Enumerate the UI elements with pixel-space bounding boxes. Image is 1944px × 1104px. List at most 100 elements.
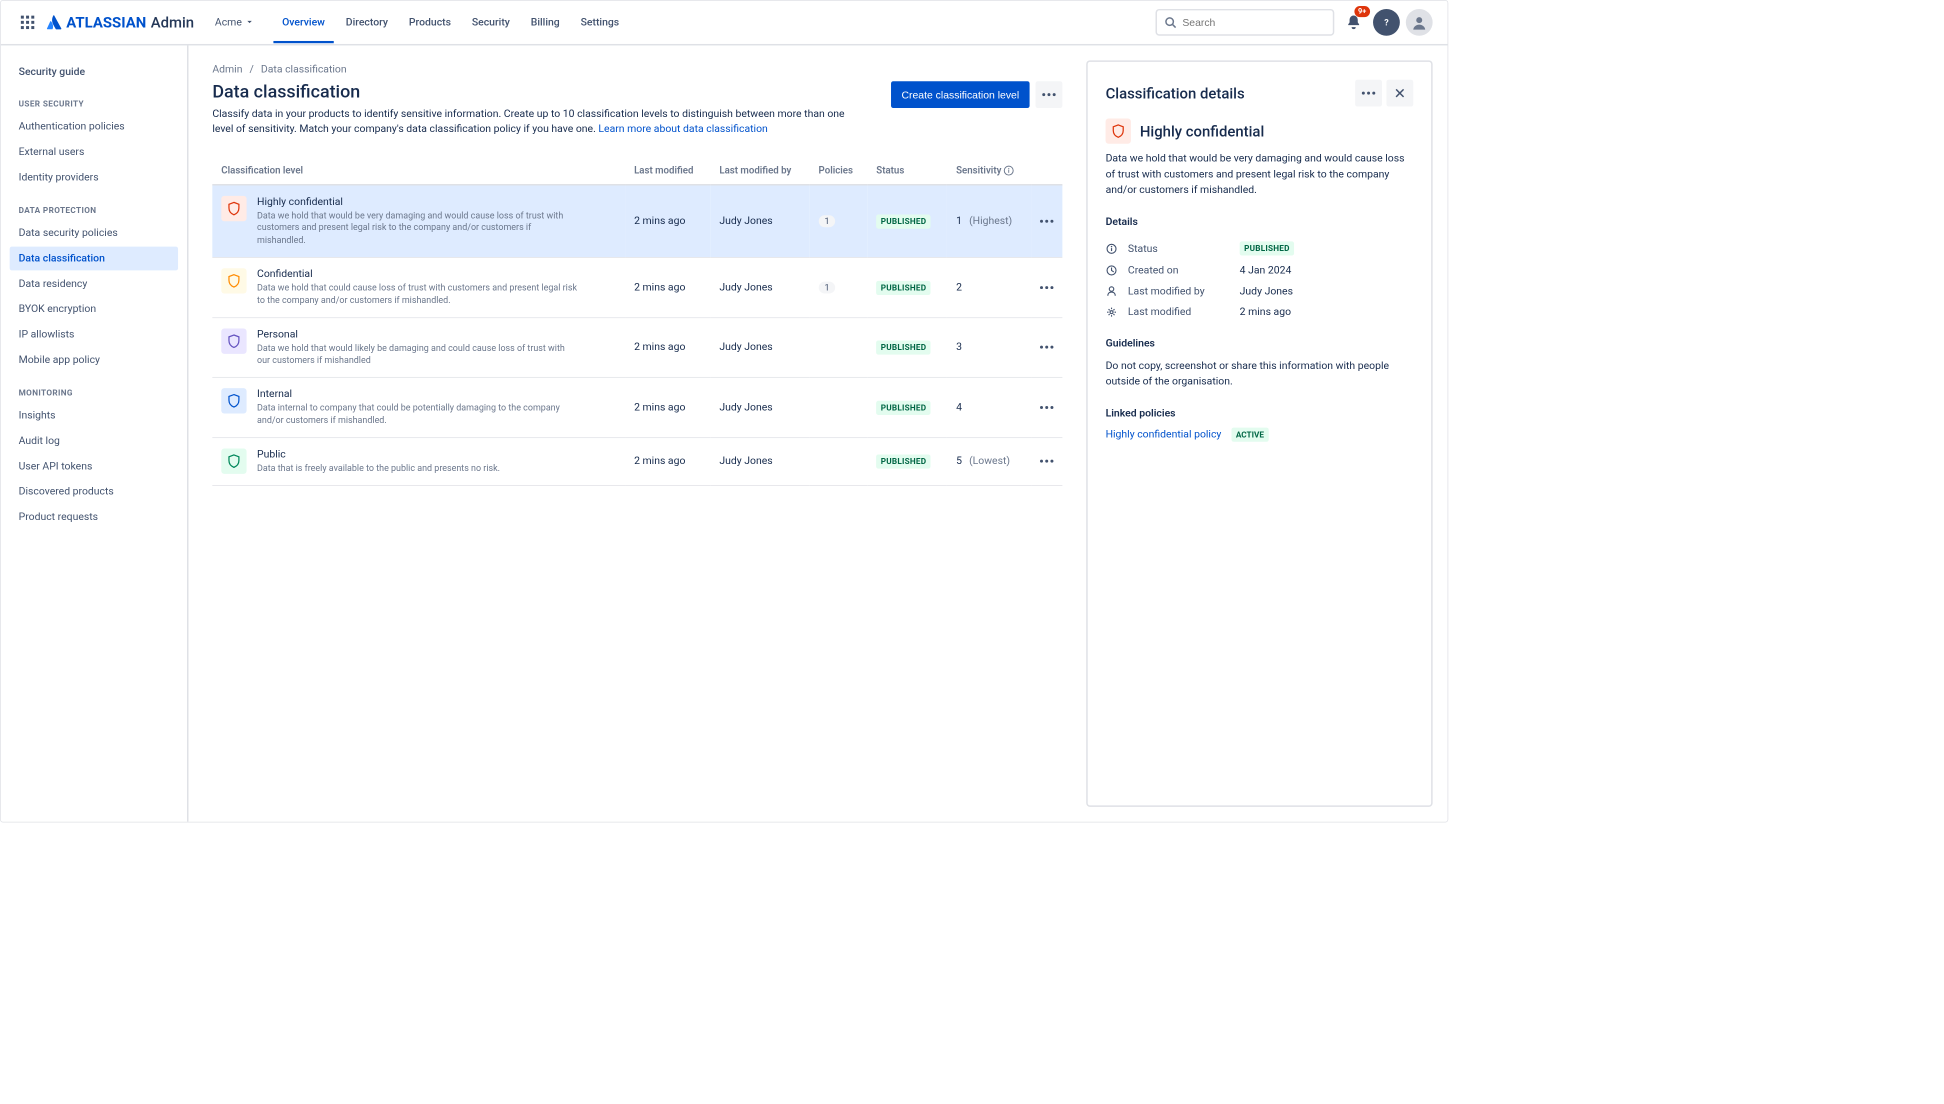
search-input[interactable]	[1182, 16, 1325, 28]
sidebar-item-audit-log[interactable]: Audit log	[10, 429, 178, 453]
row-actions-button[interactable]	[1031, 257, 1062, 317]
details-panel-title: Classification details	[1106, 84, 1245, 102]
breadcrumb-root[interactable]: Admin	[212, 63, 242, 75]
sidebar-item-authentication-policies[interactable]: Authentication policies	[10, 115, 178, 139]
notification-badge: 9+	[1354, 6, 1370, 17]
gear-icon	[1106, 306, 1121, 318]
chevron-down-icon	[245, 18, 254, 27]
column-header: Classification level	[212, 158, 625, 185]
close-icon	[1395, 88, 1405, 98]
detail-row-modified: Last modified 2 mins ago	[1106, 302, 1414, 323]
notifications-icon[interactable]: 9+	[1340, 9, 1367, 36]
app-switcher-icon[interactable]	[16, 10, 40, 34]
cell-sensitivity: 4	[947, 377, 1031, 437]
avatar-icon[interactable]	[1406, 9, 1433, 36]
sidebar-item-ip-allowlists[interactable]: IP allowlists	[10, 323, 178, 347]
cell-policies	[810, 317, 868, 377]
column-header: Policies	[810, 158, 868, 185]
column-header: Last modified by	[710, 158, 809, 185]
details-shield-icon	[1106, 118, 1131, 143]
table-row[interactable]: Highly confidentialData we hold that wou…	[212, 184, 1062, 257]
cell-sensitivity: 1 (Highest)	[947, 184, 1031, 257]
help-icon[interactable]: ?	[1373, 9, 1400, 36]
sidebar-item-user-api-tokens[interactable]: User API tokens	[10, 454, 178, 478]
learn-more-link[interactable]: Learn more about data classification	[598, 123, 767, 135]
page-title: Data classification	[212, 81, 868, 102]
sidebar-item-identity-providers[interactable]: Identity providers	[10, 165, 178, 189]
row-actions-button[interactable]	[1031, 184, 1062, 257]
clock-icon	[1106, 264, 1121, 276]
atlassian-logo[interactable]: ATLASSIAN Admin	[45, 13, 194, 31]
details-description: Data we hold that would be very damaging…	[1106, 151, 1414, 198]
more-icon	[1042, 93, 1055, 96]
cell-modified-by: Judy Jones	[710, 438, 809, 486]
cell-modified: 2 mins ago	[625, 438, 710, 486]
more-icon	[1040, 406, 1053, 409]
nav-tab-security[interactable]: Security	[463, 3, 519, 42]
detail-row-created: Created on 4 Jan 2024	[1106, 260, 1414, 281]
sidebar-item-insights[interactable]: Insights	[10, 404, 178, 428]
details-more-button[interactable]	[1355, 80, 1382, 107]
nav-tab-settings[interactable]: Settings	[572, 3, 628, 42]
detail-row-modified-by: Last modified by Judy Jones	[1106, 281, 1414, 302]
nav-tab-overview[interactable]: Overview	[273, 3, 334, 42]
sidebar-group-title: MONITORING	[10, 373, 178, 402]
cell-sensitivity: 3	[947, 317, 1031, 377]
details-close-button[interactable]	[1386, 80, 1413, 107]
page-description: Classify data in your products to identi…	[212, 107, 868, 137]
more-icon	[1040, 220, 1053, 223]
details-panel: Classification details Highly confidenti…	[1086, 60, 1432, 806]
cell-status: PUBLISHED	[867, 317, 947, 377]
shield-icon	[221, 268, 246, 293]
row-actions-button[interactable]	[1031, 317, 1062, 377]
create-classification-button[interactable]: Create classification level	[891, 81, 1030, 108]
column-header: Status	[867, 158, 947, 185]
more-icon	[1040, 460, 1053, 463]
main-content: Admin / Data classification Data classif…	[188, 45, 1086, 821]
column-header: Last modified	[625, 158, 710, 185]
details-name: Highly confidential	[1140, 122, 1264, 140]
logo-suffix: Admin	[151, 13, 194, 31]
more-icon	[1040, 286, 1053, 289]
shield-icon	[221, 448, 246, 473]
cell-modified-by: Judy Jones	[710, 317, 809, 377]
sidebar-item-product-requests[interactable]: Product requests	[10, 505, 178, 529]
nav-tab-products[interactable]: Products	[400, 3, 460, 42]
cell-policies	[810, 438, 868, 486]
cell-sensitivity: 2	[947, 257, 1031, 317]
page-more-actions-button[interactable]	[1036, 81, 1063, 108]
level-description: Data that is freely available to the pub…	[257, 462, 500, 475]
level-description: Data we hold that could cause loss of tr…	[257, 282, 577, 307]
cell-modified: 2 mins ago	[625, 377, 710, 437]
table-row[interactable]: PersonalData we hold that would likely b…	[212, 317, 1062, 377]
more-icon	[1362, 92, 1375, 95]
sidebar-item-mobile-app-policy[interactable]: Mobile app policy	[10, 348, 178, 372]
level-name: Highly confidential	[257, 196, 577, 208]
top-navigation: ATLASSIAN Admin Acme OverviewDirectoryPr…	[1, 1, 1448, 46]
cell-modified: 2 mins ago	[625, 257, 710, 317]
sidebar-item-data-classification[interactable]: Data classification	[10, 247, 178, 271]
row-actions-button[interactable]	[1031, 377, 1062, 437]
sidebar-item-external-users[interactable]: External users	[10, 140, 178, 164]
org-switcher[interactable]: Acme	[207, 12, 261, 33]
search-box[interactable]	[1155, 9, 1334, 36]
sidebar-security-guide[interactable]: Security guide	[10, 60, 178, 84]
level-description: Data internal to company that could be p…	[257, 402, 577, 427]
sidebar-item-byok-encryption[interactable]: BYOK encryption	[10, 297, 178, 321]
row-actions-button[interactable]	[1031, 438, 1062, 486]
sidebar: Security guide USER SECURITYAuthenticati…	[1, 45, 189, 821]
sidebar-item-discovered-products[interactable]: Discovered products	[10, 480, 178, 504]
table-row[interactable]: ConfidentialData we hold that could caus…	[212, 257, 1062, 317]
person-icon	[1106, 285, 1121, 297]
nav-tab-directory[interactable]: Directory	[337, 3, 397, 42]
sidebar-item-data-security-policies[interactable]: Data security policies	[10, 221, 178, 245]
sidebar-item-data-residency[interactable]: Data residency	[10, 272, 178, 296]
info-icon[interactable]	[1001, 165, 1014, 176]
nav-tab-billing[interactable]: Billing	[522, 3, 569, 42]
table-row[interactable]: InternalData internal to company that co…	[212, 377, 1062, 437]
level-description: Data we hold that would be very damaging…	[257, 209, 577, 247]
table-row[interactable]: PublicData that is freely available to t…	[212, 438, 1062, 486]
shield-icon	[221, 388, 246, 413]
linked-policy-link[interactable]: Highly confidential policy	[1106, 428, 1222, 440]
shield-icon	[221, 328, 246, 353]
